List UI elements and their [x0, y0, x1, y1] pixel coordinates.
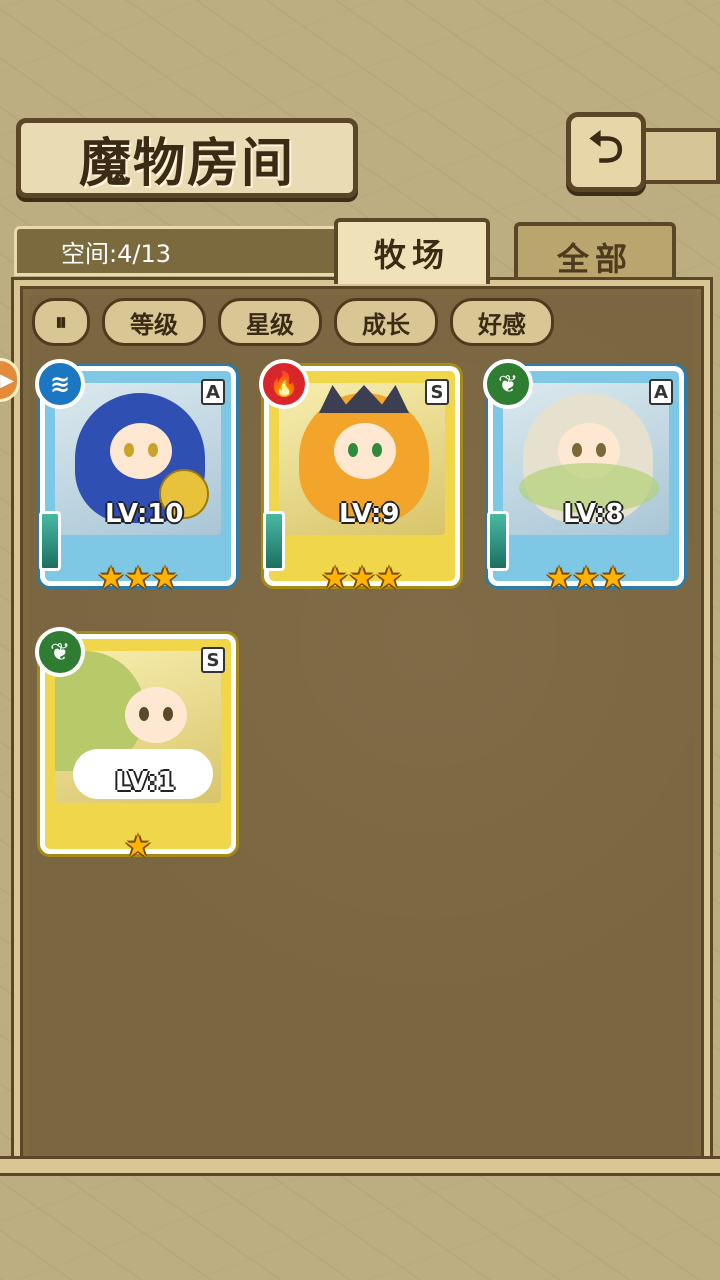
- eye-right: [596, 443, 606, 457]
- tab-ranch[interactable]: 牧场: [334, 218, 490, 284]
- space-text: 空间:4/13: [61, 239, 171, 268]
- level-label: LV:1: [115, 767, 176, 797]
- sort-growth-label: 成长: [362, 310, 410, 339]
- star-icon: ★: [321, 561, 349, 596]
- fire-element-icon: 🔥: [259, 359, 309, 409]
- bottom-border: [0, 1156, 720, 1176]
- back-button[interactable]: ⮌: [566, 112, 646, 192]
- crown-icon: [319, 385, 409, 413]
- star-icon: ★: [572, 561, 600, 596]
- sort-star-label: 星级: [246, 310, 294, 339]
- sort-level-label: 等级: [130, 310, 178, 339]
- star-icon: ★: [124, 561, 152, 596]
- level-label: LV:8: [563, 499, 624, 529]
- sort-growth-button[interactable]: 成长: [334, 298, 438, 346]
- tab-ranch-label: 牧场: [373, 236, 450, 274]
- star-icon: ★: [124, 829, 152, 864]
- star-icon: ★: [545, 561, 573, 596]
- tab-all-label: 全部: [556, 240, 633, 278]
- space-counter: 空间:4/13: [14, 226, 344, 276]
- eye-left: [348, 443, 358, 457]
- rank-badge: S: [425, 379, 449, 405]
- page-title: 魔物房间: [78, 132, 295, 194]
- monster-card[interactable]: ≋ A LV:10 ★ ★ ★: [35, 359, 236, 596]
- star-icon: ★: [599, 561, 627, 596]
- monster-face: [110, 423, 172, 479]
- star-rating: ★ ★ ★: [269, 559, 455, 599]
- eye-left: [124, 443, 134, 457]
- wood-element-icon: ❦: [483, 359, 533, 409]
- back-button-extension: [640, 128, 720, 184]
- chevron-right-icon: ▶: [0, 369, 14, 391]
- star-icon: ★: [375, 561, 403, 596]
- star-rating: ★ ★ ★: [45, 559, 231, 599]
- eye-left: [139, 707, 149, 721]
- monster-card[interactable]: ❦ A LV:8 ★ ★ ★: [483, 359, 684, 596]
- star-icon: ★: [97, 561, 125, 596]
- level-label: LV:10: [105, 499, 184, 529]
- title-plate: 魔物房间: [16, 118, 358, 198]
- sort-star-button[interactable]: 星级: [218, 298, 322, 346]
- eye-right: [148, 443, 158, 457]
- monster-face: [125, 687, 187, 743]
- sort-bar: ⏸ 等级 星级 成长 好感: [32, 298, 554, 346]
- eye-right: [163, 707, 173, 721]
- sort-affinity-label: 好感: [478, 310, 526, 339]
- star-icon: ★: [348, 561, 376, 596]
- star-icon: ★: [151, 561, 179, 596]
- level-label: LV:9: [339, 499, 400, 529]
- return-arrow-icon: ⮌: [588, 121, 624, 173]
- star-rating: ★: [45, 827, 231, 867]
- rank-badge: A: [201, 379, 225, 405]
- sort-order-toggle[interactable]: ⏸: [32, 298, 90, 346]
- water-element-icon: ≋: [35, 359, 85, 409]
- pause-toggle-icon: ⏸: [55, 308, 67, 336]
- rank-badge: S: [201, 647, 225, 673]
- star-rating: ★ ★ ★: [493, 559, 679, 599]
- eye-right: [372, 443, 382, 457]
- sort-affinity-button[interactable]: 好感: [450, 298, 554, 346]
- eye-left: [572, 443, 582, 457]
- sort-level-button[interactable]: 等级: [102, 298, 206, 346]
- monster-card[interactable]: 🔥 S LV:9 ★ ★ ★: [259, 359, 460, 596]
- monster-face: [334, 423, 396, 479]
- monster-card[interactable]: ❦ S LV:1 ★: [35, 627, 236, 864]
- tab-all[interactable]: 全部: [514, 222, 676, 288]
- wood-element-icon: ❦: [35, 627, 85, 677]
- rank-badge: A: [649, 379, 673, 405]
